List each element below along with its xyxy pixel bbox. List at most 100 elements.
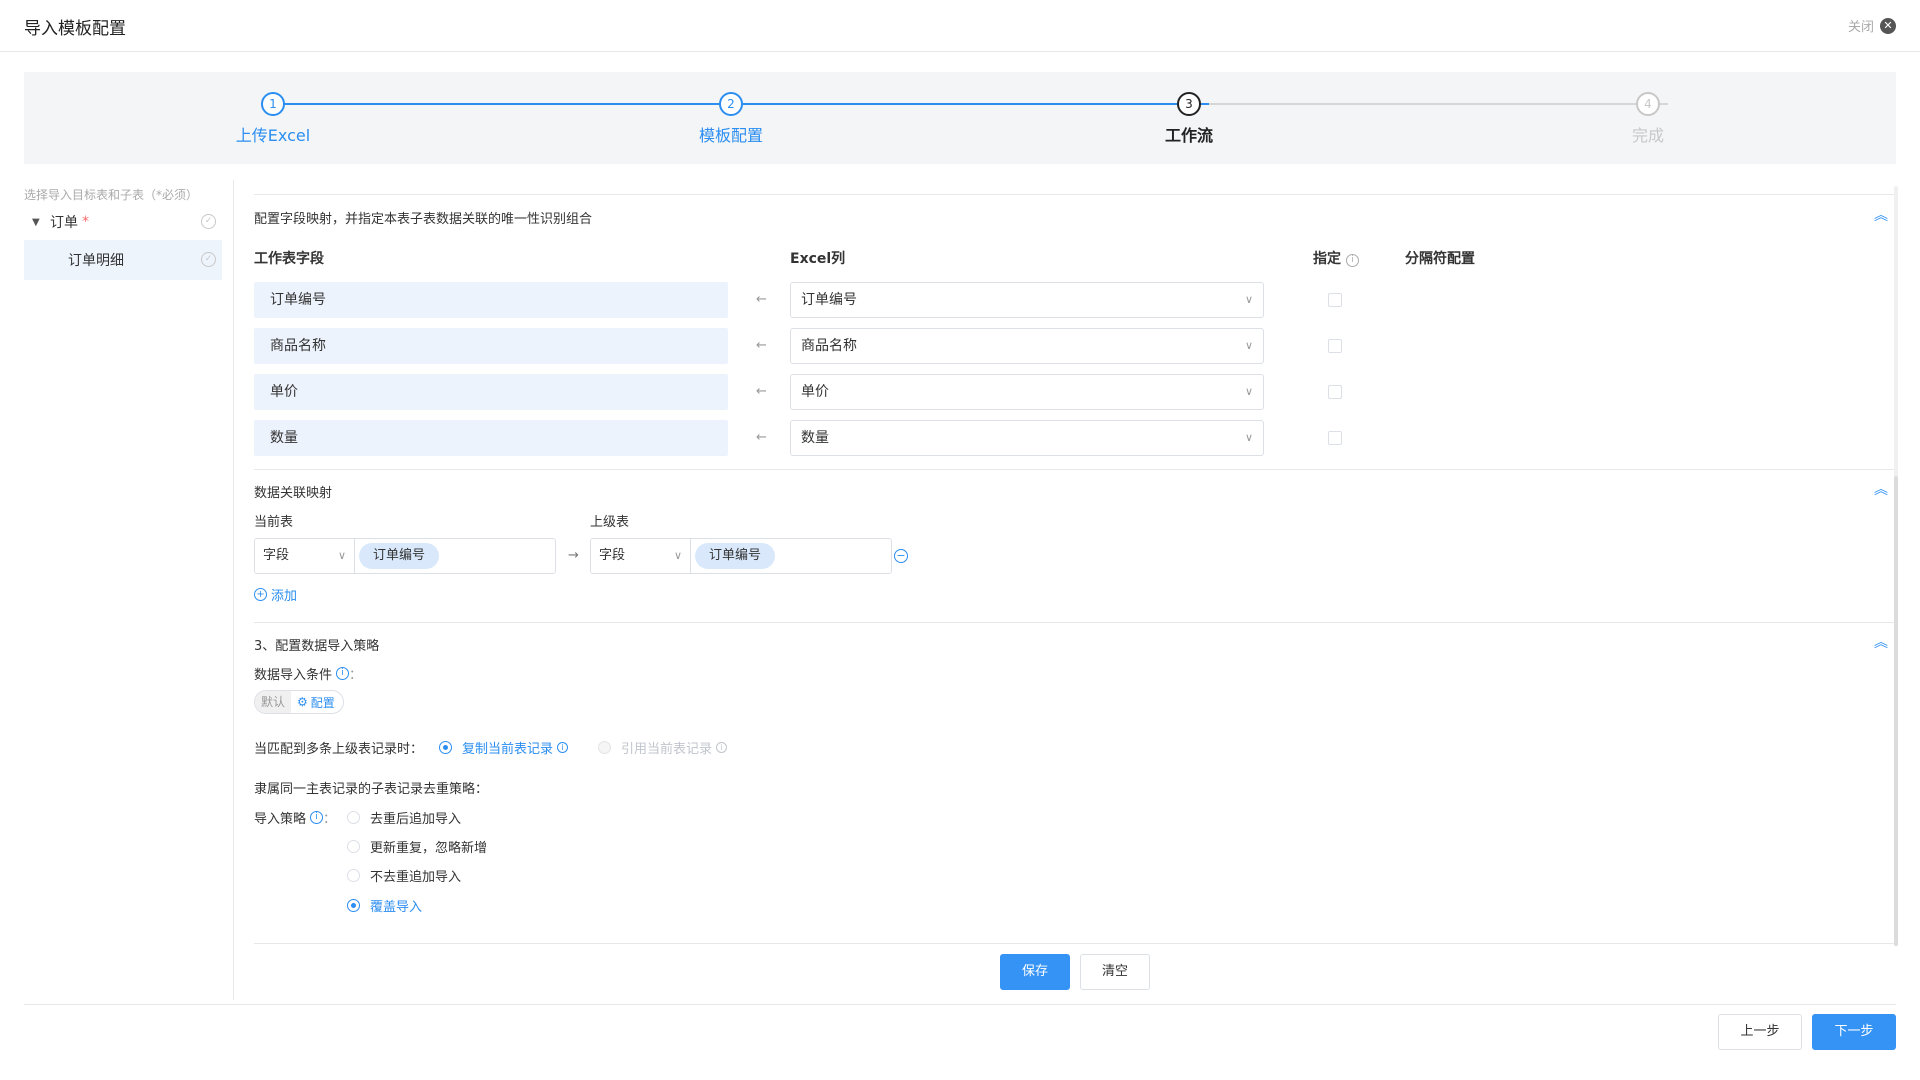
add-relation-button[interactable]: + 添加 (254, 585, 297, 604)
current-field-tags[interactable]: 订单编号 (355, 539, 555, 573)
info-icon[interactable]: i (716, 742, 728, 753)
prev-step-button[interactable]: 上一步 (1718, 1014, 1802, 1050)
colon: ： (349, 668, 363, 683)
option-label: 不去重追加导入 (370, 870, 462, 885)
step-4: 4 完成 (1588, 92, 1708, 146)
dialog-title: 导入模板配置 (24, 19, 126, 39)
parent-field-select[interactable]: 字段 ∨ (591, 539, 691, 573)
option-label: 更新重复，忽略新增 (370, 841, 488, 856)
check-circle-icon: ✓ (201, 252, 216, 267)
worktable-field: 订单编号 (254, 282, 728, 318)
info-icon[interactable]: i (310, 811, 324, 824)
worktable-field: 单价 (254, 374, 728, 410)
radio-option[interactable] (347, 811, 360, 824)
footer-divider (24, 1004, 1896, 1005)
excel-column-select[interactable]: 商品名称 ∨ (790, 328, 1264, 364)
radio-copy-record[interactable] (439, 741, 453, 754)
excel-column-value: 数量 (801, 430, 829, 446)
specify-checkbox[interactable] (1328, 339, 1342, 353)
info-icon[interactable]: i (557, 742, 569, 753)
colon: ： (323, 812, 337, 827)
excel-column-select[interactable]: 单价 ∨ (790, 374, 1264, 410)
current-field-select[interactable]: 字段 ∨ (255, 539, 355, 573)
tree-node-order[interactable]: ▼ 订单 * ✓ (24, 202, 222, 242)
info-icon[interactable]: i (1345, 254, 1359, 267)
config-label: 配置 (310, 695, 335, 710)
step-3-circle: 3 (1177, 92, 1201, 116)
collapse-up-icon[interactable]: ︽ (1874, 483, 1888, 497)
chevron-down-icon: ∨ (1244, 431, 1253, 444)
step-1-circle: 1 (261, 92, 285, 116)
strategy-option-selected[interactable]: 覆盖导入 (347, 896, 422, 915)
step-3-label: 工作流 (1164, 126, 1213, 145)
scrollbar[interactable] (1894, 186, 1898, 946)
strategy-option[interactable]: 去重后追加导入 (347, 808, 461, 827)
worktable-field: 数量 (254, 420, 728, 456)
remove-circle-icon[interactable]: − (894, 549, 908, 563)
collapse-up-icon[interactable]: ︽ (1874, 636, 1888, 650)
caret-down-icon[interactable]: ▼ (32, 217, 44, 228)
excel-column-value: 单价 (801, 384, 829, 400)
copy-record-label[interactable]: 复制当前表记录 (462, 738, 553, 757)
parent-table-label: 上级表 (590, 515, 630, 530)
col-excel: Excel列 (790, 251, 846, 267)
reference-record-label[interactable]: 引用当前表记录 (621, 738, 712, 757)
step-2: 2 模板配置 (671, 92, 791, 146)
step-progress: 1 上传Excel 2 模板配置 3 工作流 4 完成 (24, 72, 1896, 164)
parent-field-tags[interactable]: 订单编号 (691, 539, 891, 573)
chevron-down-icon: ∨ (1244, 293, 1253, 306)
divider (254, 194, 1894, 195)
step-1-label: 上传Excel (235, 126, 311, 145)
radio-option[interactable] (347, 840, 360, 853)
clear-button[interactable]: 清空 (1080, 954, 1150, 990)
add-label: 添加 (271, 589, 298, 604)
option-label: 覆盖导入 (370, 900, 423, 915)
divider (254, 469, 1894, 470)
excel-column-select[interactable]: 数量 ∨ (790, 420, 1264, 456)
option-label: 去重后追加导入 (370, 812, 462, 827)
chevron-down-icon: ∨ (337, 549, 346, 562)
radio-option[interactable] (347, 899, 360, 912)
specify-checkbox[interactable] (1328, 431, 1342, 445)
mapping-row: 单价 ← 单价 ∨ (254, 374, 1894, 410)
multi-match-label: 当匹配到多条上级表记录时： (254, 742, 424, 757)
step-4-circle: 4 (1636, 92, 1660, 116)
step-2-circle: 2 (719, 92, 743, 116)
close-button[interactable]: 关闭 ✕ (1848, 16, 1896, 35)
strategy-option[interactable]: 更新重复，忽略新增 (347, 837, 487, 856)
col-separator: 分隔符配置 (1405, 251, 1475, 267)
divider (254, 943, 1894, 944)
mapping-row: 数量 ← 数量 ∨ (254, 420, 1894, 456)
radio-reference-record[interactable] (598, 741, 612, 754)
tree-node-label: 订单 (50, 215, 78, 231)
multi-match-row: 当匹配到多条上级表记录时： 复制当前表记录 i 引用当前表记录 i (254, 738, 728, 757)
col-specify-label: 指定 (1313, 251, 1341, 267)
radio-option[interactable] (347, 869, 360, 882)
step-3: 3 工作流 (1129, 92, 1249, 146)
excel-column-select[interactable]: 订单编号 ∨ (790, 282, 1264, 318)
dialog-header: 导入模板配置 关闭 ✕ (0, 0, 1920, 52)
close-circle-icon[interactable]: ✕ (1880, 17, 1896, 34)
tree-node-order-detail[interactable]: 订单明细 ✓ (24, 240, 222, 280)
step-2-label: 模板配置 (698, 126, 763, 145)
chevron-down-icon: ∨ (1244, 339, 1253, 352)
relation-title: 数据关联映射 (254, 486, 333, 501)
config-condition-button[interactable]: ⚙ 配置 (291, 694, 343, 711)
next-step-button[interactable]: 下一步 (1812, 1014, 1896, 1050)
save-button[interactable]: 保存 (1000, 954, 1070, 990)
scrollbar-thumb[interactable] (1894, 476, 1898, 946)
info-icon[interactable]: i (336, 667, 350, 680)
chevron-down-icon: ∨ (673, 549, 682, 562)
divider (254, 622, 1894, 623)
table-tree-panel: 选择导入目标表和子表（*必须） ▼ 订单 * ✓ 订单明细 ✓ (24, 180, 234, 1000)
strategy-title: 3、配置数据导入策略 (254, 639, 380, 654)
import-strategy-label: 导入策略 (254, 812, 307, 827)
plus-circle-icon: + (254, 588, 267, 601)
strategy-option[interactable]: 不去重追加导入 (347, 866, 461, 885)
parent-field-select-value: 字段 (599, 548, 626, 563)
specify-checkbox[interactable] (1328, 385, 1342, 399)
excel-column-value: 商品名称 (801, 338, 857, 354)
specify-checkbox[interactable] (1328, 293, 1342, 307)
collapse-up-icon[interactable]: ︽ (1874, 209, 1888, 223)
mapping-row: 商品名称 ← 商品名称 ∨ (254, 328, 1894, 364)
